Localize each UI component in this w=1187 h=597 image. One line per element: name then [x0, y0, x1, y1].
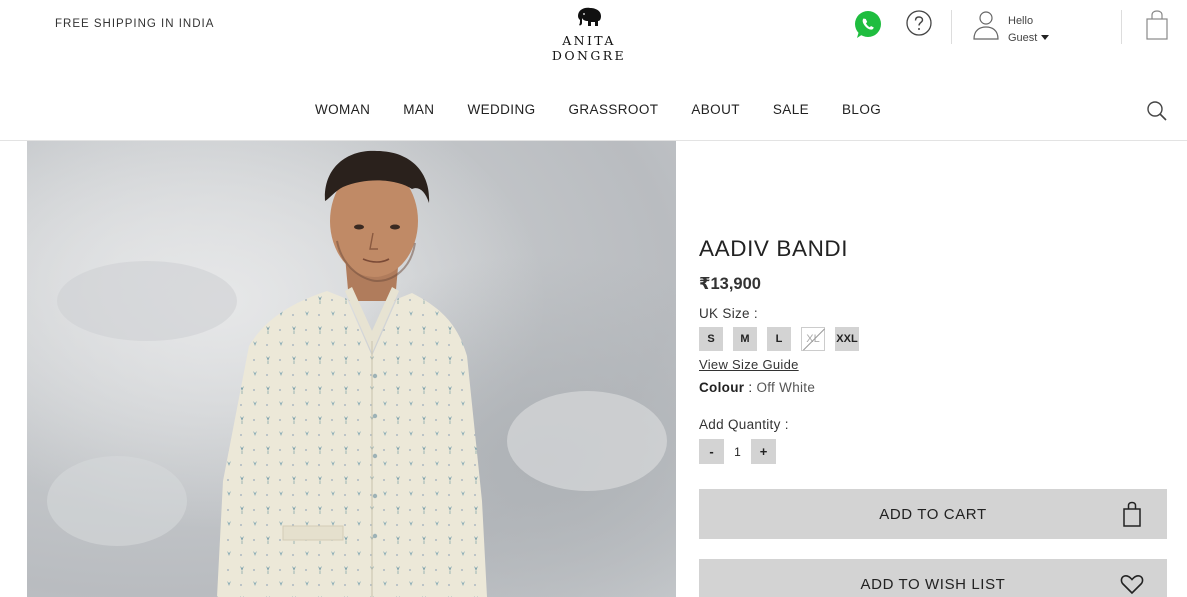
elephant-logo-icon — [578, 7, 601, 26]
nav-item-woman[interactable]: WOMAN — [315, 102, 370, 117]
user-icon[interactable] — [971, 10, 1001, 42]
brand-name: ANITA DONGRE — [551, 33, 627, 63]
nav-item-blog[interactable]: BLOG — [842, 102, 881, 117]
user-greeting[interactable]: Hello Guest — [1008, 13, 1050, 47]
quantity-decrease-button[interactable]: - — [699, 439, 724, 464]
help-icon[interactable] — [905, 10, 933, 38]
nav-menu: WOMAN MAN WEDDING GRASSROOT ABOUT SALE B… — [315, 102, 914, 117]
product-image[interactable] — [27, 141, 676, 597]
account-menu[interactable]: Guest — [1008, 30, 1050, 47]
size-option-m[interactable]: M — [733, 327, 757, 351]
header-divider — [1121, 10, 1122, 44]
search-icon[interactable] — [1146, 100, 1168, 122]
heart-icon — [1120, 575, 1144, 595]
add-to-wishlist-label: ADD TO WISH LIST — [860, 575, 1006, 593]
quantity-increase-button[interactable]: + — [751, 439, 776, 464]
nav-item-wedding[interactable]: WEDDING — [467, 102, 535, 117]
size-options: S M L XL XXL — [699, 327, 1169, 351]
header-divider — [951, 10, 952, 44]
nav-item-grassroot[interactable]: GRASSROOT — [569, 102, 659, 117]
shipping-banner: FREE SHIPPING IN INDIA — [55, 18, 215, 30]
shopping-bag-icon — [1123, 501, 1141, 527]
product-title: AADIV BANDI — [699, 236, 849, 261]
greeting-text: Hello — [1008, 15, 1034, 27]
model-photo-illustration — [27, 141, 676, 597]
size-option-xxl[interactable]: XXL — [835, 327, 859, 351]
main-navigation: WOMAN MAN WEDDING GRASSROOT ABOUT SALE B… — [0, 102, 1187, 122]
colour-separator: : — [744, 380, 757, 395]
size-option-xl-unavailable: XL — [801, 327, 825, 351]
product-details: AADIV BANDI ₹13,900 UK Size : S M L XL X… — [699, 236, 1169, 464]
caret-down-icon — [1041, 35, 1050, 40]
user-name: Guest — [1008, 32, 1038, 44]
nav-item-sale[interactable]: SALE — [773, 102, 809, 117]
add-to-cart-label: ADD TO CART — [879, 505, 987, 523]
nav-item-about[interactable]: ABOUT — [691, 102, 740, 117]
size-label-separator: : — [749, 306, 758, 321]
brand-logo[interactable]: ANITA DONGRE — [526, 6, 652, 63]
shopping-bag-icon[interactable] — [1145, 10, 1169, 40]
size-label-text: UK Size — [699, 306, 750, 321]
size-guide-link[interactable]: View Size Guide — [699, 357, 799, 372]
size-option-l[interactable]: L — [767, 327, 791, 351]
quantity-label: Add Quantity : — [699, 417, 789, 432]
add-to-wishlist-button[interactable]: ADD TO WISH LIST — [699, 559, 1167, 597]
add-to-cart-button[interactable]: ADD TO CART — [699, 489, 1167, 539]
colour-value: Off White — [756, 380, 816, 395]
whatsapp-icon[interactable] — [852, 9, 884, 41]
top-bar: FREE SHIPPING IN INDIA ANITA DONGRE Hell… — [0, 0, 1187, 63]
product-price: ₹13,900 — [699, 275, 761, 293]
size-option-s[interactable]: S — [699, 327, 723, 351]
colour-info: Colour : Off White — [699, 380, 1169, 395]
colour-label: Colour — [699, 380, 745, 395]
size-label: UK Size : — [699, 306, 1169, 321]
nav-item-man[interactable]: MAN — [403, 102, 434, 117]
quantity-value[interactable]: 1 — [724, 445, 751, 459]
quantity-stepper: - 1 + — [699, 439, 1169, 464]
